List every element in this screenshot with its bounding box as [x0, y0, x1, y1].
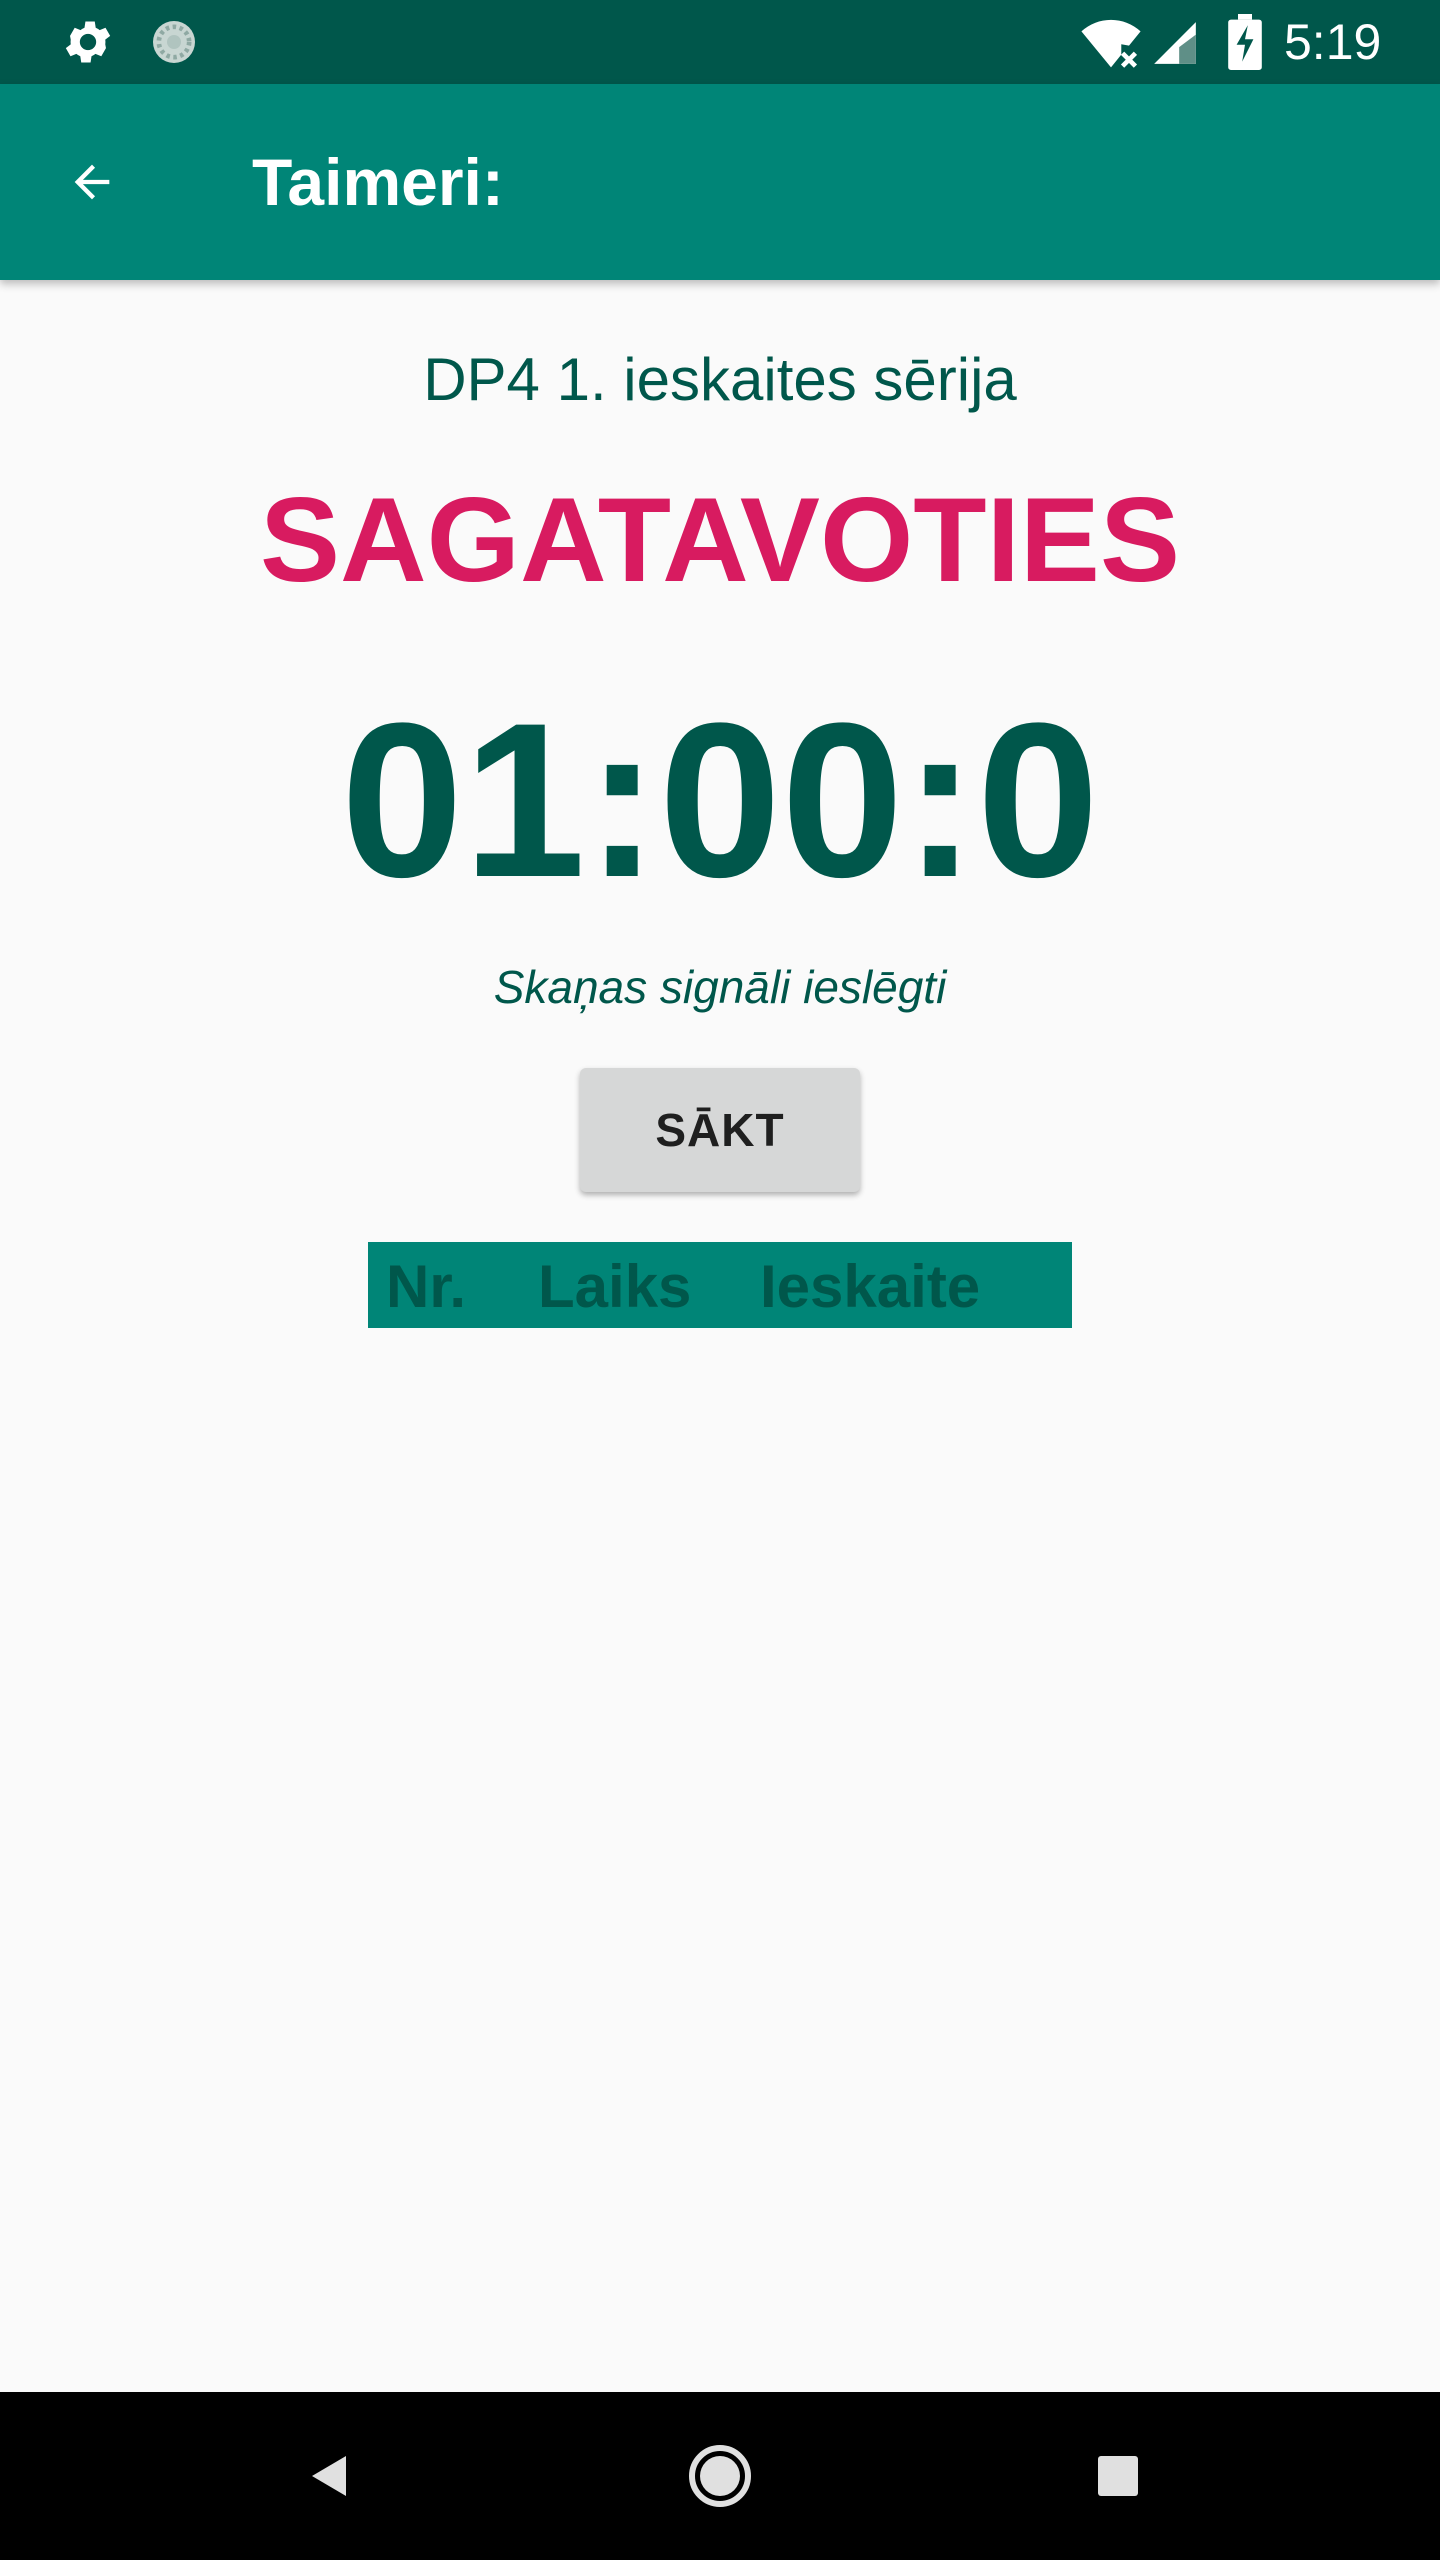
timer-display: 01:00:0	[340, 677, 1100, 923]
column-header-laiks: Laiks	[538, 1253, 692, 1320]
back-triangle-icon[interactable]	[280, 2426, 380, 2526]
signal-icon	[1150, 18, 1200, 68]
start-button[interactable]: SĀKT	[580, 1068, 860, 1192]
timer-screen: 5:19 Taimeri: DP4 1. ieskaites sērija SA…	[0, 0, 1440, 2560]
recents-square-icon[interactable]	[1068, 2426, 1168, 2526]
arrow-left-icon	[74, 164, 110, 200]
series-title: DP4 1. ieskaites sērija	[423, 346, 1017, 413]
status-bar: 5:19	[0, 0, 1440, 84]
column-header-nr: Nr.	[386, 1253, 467, 1320]
app-bar: Taimeri:	[0, 84, 1440, 280]
gear-icon	[60, 14, 116, 70]
sound-status-text[interactable]: Skaņas signāli ieslēgti	[0, 952, 1440, 1022]
results-table-header: Nr. Laiks Ieskaite	[368, 1242, 1072, 1328]
back-button[interactable]	[40, 130, 144, 234]
status-time: 5:19	[1284, 14, 1382, 70]
phase-label: SAGATAVOTIES	[259, 473, 1181, 607]
app-title: Taimeri:	[252, 145, 504, 219]
home-circle-icon[interactable]	[670, 2426, 770, 2526]
battery-charging-icon	[1228, 14, 1262, 71]
wifi-off-icon	[1080, 16, 1142, 70]
column-header-ieskaite: Ieskaite	[760, 1253, 981, 1320]
sync-icon	[146, 14, 202, 70]
navigation-bar	[0, 2392, 1440, 2560]
